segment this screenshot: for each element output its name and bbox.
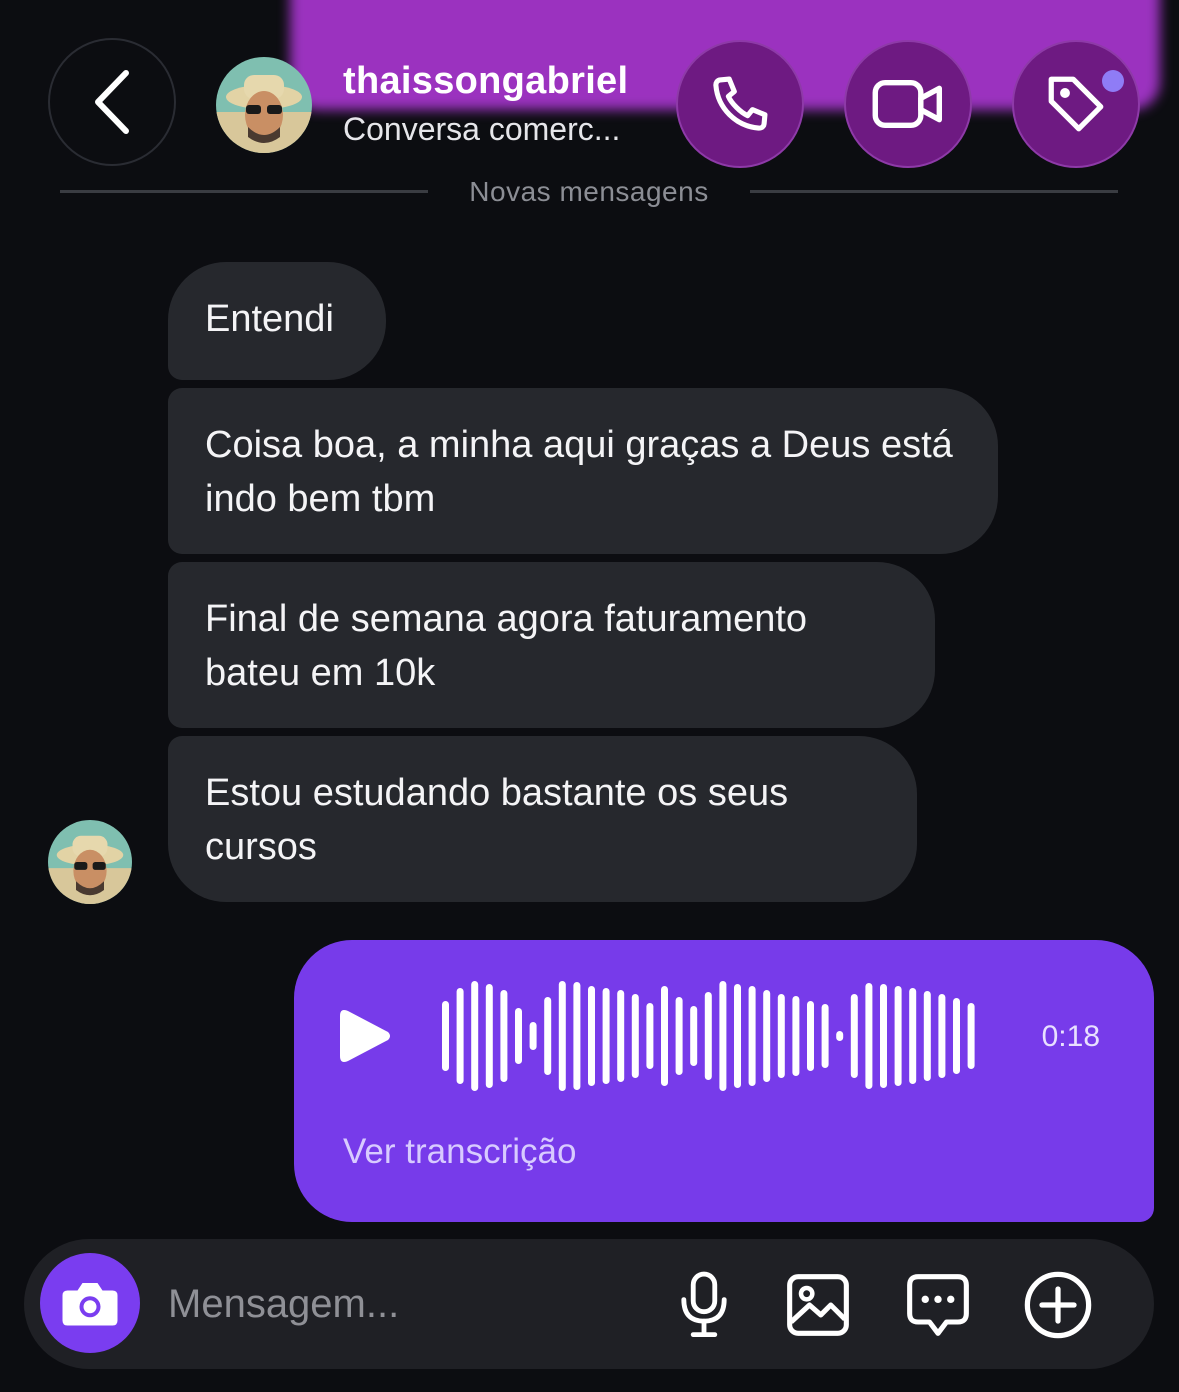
contact-username[interactable]: thaissongabriel: [343, 60, 628, 103]
plus-circle-icon: [1024, 1271, 1092, 1339]
sticker-button[interactable]: [902, 1269, 974, 1341]
video-call-button[interactable]: [844, 40, 972, 168]
microphone-icon: [681, 1271, 727, 1338]
phone-icon: [713, 76, 768, 131]
conversation-subtitle[interactable]: Conversa comerc...: [343, 111, 628, 148]
video-camera-icon: [872, 79, 943, 129]
back-chevron-icon: [95, 70, 129, 134]
camera-button[interactable]: [40, 1253, 140, 1353]
play-icon[interactable]: [334, 1004, 398, 1068]
incoming-message[interactable]: Entendi: [168, 262, 386, 380]
voice-duration: 0:18: [1041, 1020, 1100, 1053]
incoming-message[interactable]: Estou estudando bastante os seus cursos: [168, 736, 917, 902]
microphone-button[interactable]: [668, 1269, 740, 1341]
message-composer: [24, 1239, 1154, 1369]
divider-label: Novas mensagens: [469, 176, 709, 207]
more-options-button[interactable]: [1022, 1269, 1094, 1341]
incoming-message[interactable]: Coisa boa, a minha aqui graças a Deus es…: [168, 388, 998, 554]
gallery-button[interactable]: [782, 1269, 854, 1341]
notification-dot: [1102, 70, 1124, 92]
camera-icon: [62, 1283, 118, 1326]
tag-icon: [1048, 76, 1104, 132]
chat-bubble-icon: [907, 1274, 969, 1336]
new-messages-divider: Novas mensagens: [60, 176, 1118, 210]
view-transcript-link[interactable]: Ver transcrição: [343, 1132, 576, 1172]
message-input[interactable]: [168, 1277, 608, 1331]
voice-message: 0:18 Ver transcrição: [294, 940, 1154, 1222]
voice-call-button[interactable]: [676, 40, 804, 168]
image-icon: [787, 1274, 849, 1336]
audio-waveform[interactable]: [438, 978, 998, 1094]
back-button[interactable]: [48, 38, 176, 166]
incoming-message[interactable]: Final de semana agora faturamento bateu …: [168, 562, 935, 728]
label-tag-button[interactable]: [1012, 40, 1140, 168]
sender-avatar[interactable]: [48, 820, 132, 904]
avatar[interactable]: [216, 57, 312, 153]
